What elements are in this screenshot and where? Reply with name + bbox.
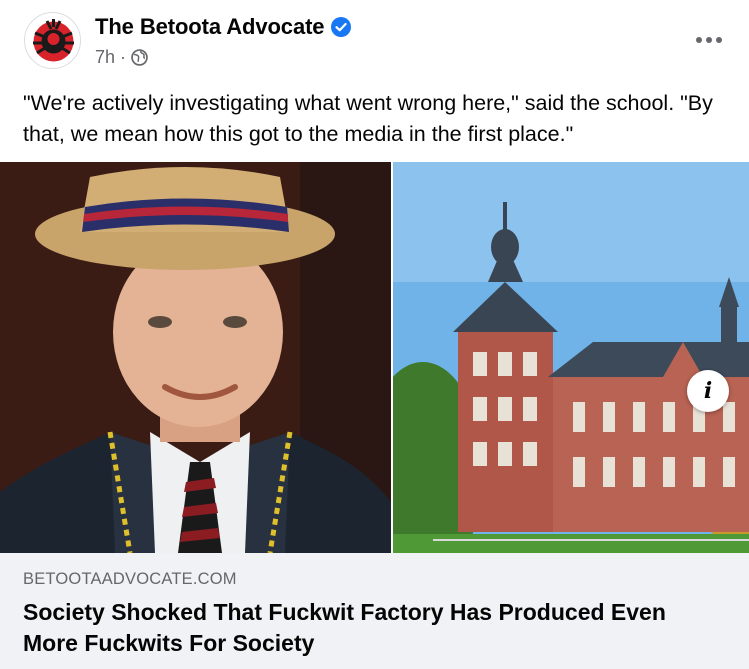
student-photo[interactable] xyxy=(0,162,391,553)
facebook-post: The Betoota Advocate 7h · "We're activel… xyxy=(0,0,749,669)
verified-badge-icon xyxy=(331,17,352,37)
page-name[interactable]: The Betoota Advocate xyxy=(95,14,325,40)
post-header: The Betoota Advocate 7h · xyxy=(0,0,749,80)
meta-separator: · xyxy=(120,47,127,67)
post-image-collage[interactable] xyxy=(0,162,749,553)
link-headline[interactable]: Society Shocked That Fuckwit Factory Has… xyxy=(23,597,723,659)
post-timestamp[interactable]: 7h xyxy=(95,47,115,68)
page-avatar[interactable] xyxy=(24,12,81,69)
page-name-row: The Betoota Advocate xyxy=(95,14,352,40)
castle-photo[interactable] xyxy=(393,162,749,553)
betoota-logo-icon xyxy=(33,19,74,62)
info-icon[interactable]: i xyxy=(687,370,729,412)
globe-icon[interactable] xyxy=(131,49,148,66)
link-preview[interactable]: BETOOTAADVOCATE.COM Society Shocked That… xyxy=(0,553,749,669)
link-domain: BETOOTAADVOCATE.COM xyxy=(23,570,237,588)
post-caption: "We're actively investigating what went … xyxy=(23,91,713,146)
more-options-icon[interactable] xyxy=(691,26,727,54)
post-meta: 7h · xyxy=(95,47,148,68)
